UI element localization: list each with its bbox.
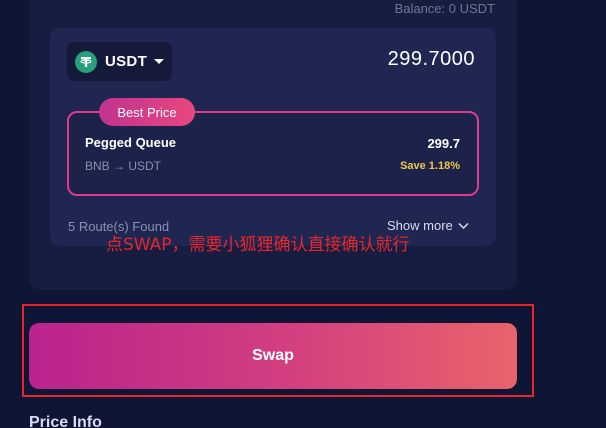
best-price-badge: Best Price xyxy=(99,98,195,126)
swap-page: Balance: 0 USDT USDT 299.7000 Best Price… xyxy=(0,0,606,428)
tether-icon xyxy=(75,50,97,73)
show-more-link[interactable]: Show more xyxy=(387,218,469,233)
show-more-label: Show more xyxy=(387,218,453,233)
route-save-badge: Save 1.18% xyxy=(400,160,460,172)
chevron-down-icon xyxy=(458,222,469,229)
route-path: BNB → USDT xyxy=(85,159,162,173)
chevron-down-icon xyxy=(154,59,165,64)
receive-amount: 299.7000 xyxy=(387,48,475,70)
balance-label: Balance: 0 USDT xyxy=(394,1,495,16)
token-name: USDT xyxy=(105,53,148,70)
route-name: Pegged Queue xyxy=(85,135,177,150)
route-value: 299.7 xyxy=(427,136,460,151)
swap-button[interactable]: Swap xyxy=(29,323,517,389)
annotation-text: 点SWAP，需要小狐狸确认直接确认就行 xyxy=(106,235,410,255)
price-info-title: Price Info xyxy=(29,414,102,428)
token-select-button[interactable]: USDT xyxy=(67,42,172,81)
